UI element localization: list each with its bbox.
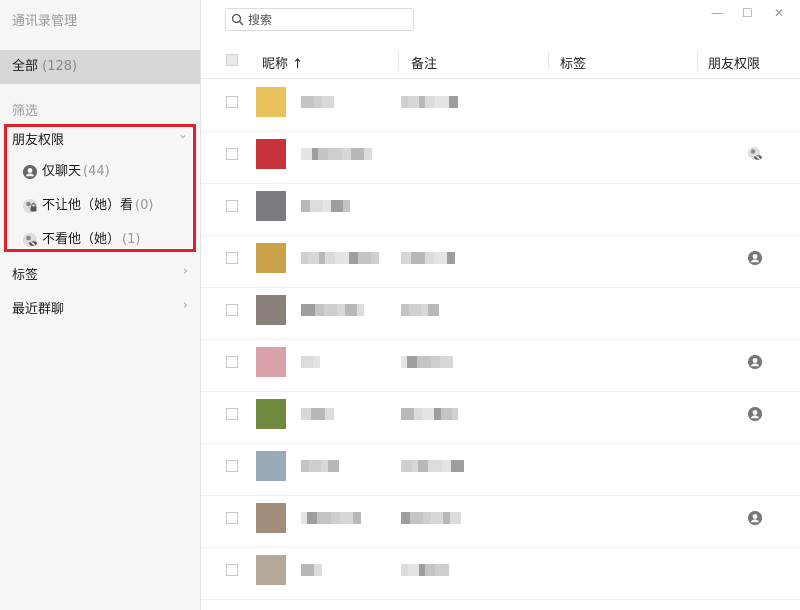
nickname-redacted (301, 200, 350, 212)
filter-label-text: 不让他（她）看 (42, 198, 134, 213)
filter-count: (44) (83, 164, 110, 179)
eye-off-icon (23, 233, 37, 247)
table-row[interactable] (201, 547, 800, 600)
app-title: 通讯录管理 (12, 14, 78, 29)
row-checkbox[interactable] (226, 96, 238, 108)
contact-list-panel: — ☐ ✕ 昵称 ↑ 备注 标签 朋友权限 (201, 0, 800, 610)
column-tag[interactable]: 标签 (560, 53, 586, 72)
remark-redacted (401, 356, 453, 368)
remark-redacted (401, 96, 458, 108)
filter-label: 筛选 (12, 104, 39, 119)
sidebar-item-label: 最近群聊 (12, 302, 65, 317)
nickname-redacted (301, 148, 372, 160)
chevron-down-icon[interactable]: ⌄ (178, 127, 188, 141)
avatar (256, 87, 286, 117)
column-divider (398, 52, 399, 70)
remark-redacted (401, 460, 464, 472)
avatar (256, 295, 286, 325)
select-all-checkbox[interactable] (226, 54, 238, 66)
avatar (256, 347, 286, 377)
remark-redacted (401, 512, 461, 524)
table-row[interactable] (201, 391, 800, 444)
sidebar-item-label: 全部 (12, 59, 39, 74)
row-checkbox[interactable] (226, 512, 238, 524)
row-checkbox[interactable] (226, 304, 238, 316)
table-row[interactable] (201, 339, 800, 392)
row-checkbox[interactable] (226, 564, 238, 576)
sidebar-item-all[interactable]: 全部 (128) (0, 50, 200, 84)
avatar (256, 191, 286, 221)
sidebar-item-tags[interactable]: 标签 › (12, 264, 188, 283)
filter-label-text: 仅聊天 (42, 164, 82, 179)
column-divider (548, 52, 549, 70)
table-row[interactable] (201, 131, 800, 184)
nickname-redacted (301, 512, 361, 524)
row-checkbox[interactable] (226, 148, 238, 160)
filter-hide-moments[interactable]: 不让他（她）看 (0) (22, 196, 153, 216)
chevron-right-icon: › (182, 298, 188, 313)
row-checkbox[interactable] (226, 460, 238, 472)
avatar (256, 139, 286, 169)
remark-redacted (401, 408, 458, 420)
minimize-icon[interactable]: — (711, 6, 723, 20)
filter-chat-only[interactable]: 仅聊天 (44) (22, 162, 110, 182)
person-icon (747, 406, 763, 422)
avatar (256, 399, 286, 429)
table-row[interactable] (201, 235, 800, 288)
table-row[interactable] (201, 79, 800, 132)
filter-count: (1) (122, 232, 141, 247)
nickname-redacted (301, 252, 379, 264)
remark-redacted (401, 564, 449, 576)
sidebar-item-recent-groups[interactable]: 最近群聊 › (12, 298, 188, 317)
row-checkbox[interactable] (226, 252, 238, 264)
sidebar-item-permission[interactable]: 朋友权限 (12, 129, 64, 148)
nickname-redacted (301, 96, 334, 108)
person-icon (747, 510, 763, 526)
search-icon (231, 13, 244, 26)
lock-icon (23, 199, 37, 213)
nickname-redacted (301, 564, 322, 576)
remark-redacted (401, 252, 455, 264)
table-row[interactable] (201, 183, 800, 236)
row-checkbox[interactable] (226, 408, 238, 420)
contact-count: (128) (42, 59, 78, 74)
filter-not-viewing[interactable]: 不看他（她） (1) (22, 230, 140, 250)
avatar (256, 555, 286, 585)
table-row[interactable] (201, 443, 800, 496)
column-nickname[interactable]: 昵称 ↑ (262, 53, 303, 72)
filter-count: (0) (135, 198, 154, 213)
chevron-right-icon: › (182, 264, 188, 279)
remark-redacted (401, 304, 439, 316)
maximize-icon[interactable]: ☐ (742, 6, 753, 20)
nickname-redacted (301, 356, 320, 368)
nickname-redacted (301, 304, 364, 316)
sidebar-item-label: 标签 (12, 268, 39, 283)
avatar (256, 243, 286, 273)
column-remark[interactable]: 备注 (411, 53, 437, 72)
row-checkbox[interactable] (226, 200, 238, 212)
person-icon (23, 165, 37, 179)
filter-label-text: 不看他（她） (42, 232, 121, 247)
search-input[interactable] (248, 11, 408, 28)
sidebar: 通讯录管理 全部 (128) 筛选 朋友权限 ⌄ 仅聊天 (44) 不让他（她）… (0, 0, 201, 610)
search-box[interactable] (225, 8, 414, 31)
avatar (256, 503, 286, 533)
eye-off-icon (747, 146, 763, 162)
person-icon (747, 354, 763, 370)
table-row[interactable] (201, 495, 800, 548)
column-divider (697, 52, 698, 70)
table-row[interactable] (201, 287, 800, 340)
close-icon[interactable]: ✕ (774, 6, 784, 20)
table-header: 昵称 ↑ 备注 标签 朋友权限 (201, 44, 800, 79)
person-icon (747, 250, 763, 266)
column-permission[interactable]: 朋友权限 (708, 53, 760, 72)
nickname-redacted (301, 408, 334, 420)
nickname-redacted (301, 460, 339, 472)
row-checkbox[interactable] (226, 356, 238, 368)
avatar (256, 451, 286, 481)
